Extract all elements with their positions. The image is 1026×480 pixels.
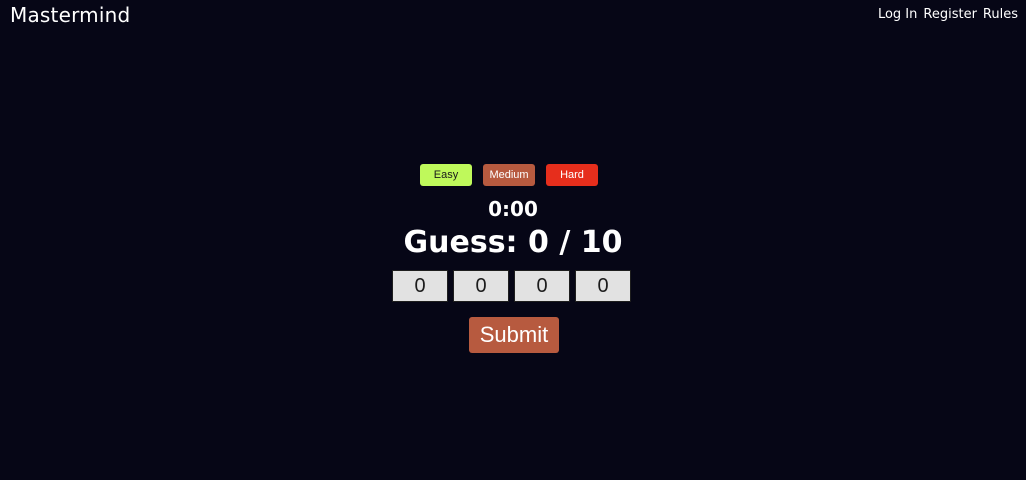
- app-title: Mastermind: [10, 3, 131, 27]
- guess-slot-1[interactable]: 0: [392, 270, 448, 302]
- submit-button[interactable]: Submit: [469, 317, 559, 353]
- medium-button[interactable]: Medium: [483, 164, 535, 186]
- top-bar: Mastermind Log In Register Rules: [0, 0, 1026, 30]
- top-nav: Log In Register Rules: [878, 7, 1018, 22]
- easy-button[interactable]: Easy: [420, 164, 472, 186]
- timer: 0:00: [488, 197, 538, 221]
- rules-link[interactable]: Rules: [983, 7, 1018, 22]
- guess-slot-4[interactable]: 0: [575, 270, 631, 302]
- hard-button[interactable]: Hard: [546, 164, 598, 186]
- login-link[interactable]: Log In: [878, 7, 917, 22]
- guess-counter: Guess: 0 / 10: [403, 225, 623, 260]
- guess-slot-3[interactable]: 0: [514, 270, 570, 302]
- register-link[interactable]: Register: [923, 7, 977, 22]
- guess-slots: 0 0 0 0: [392, 270, 631, 302]
- guess-slot-2[interactable]: 0: [453, 270, 509, 302]
- difficulty-selector: Easy Medium Hard: [420, 164, 598, 186]
